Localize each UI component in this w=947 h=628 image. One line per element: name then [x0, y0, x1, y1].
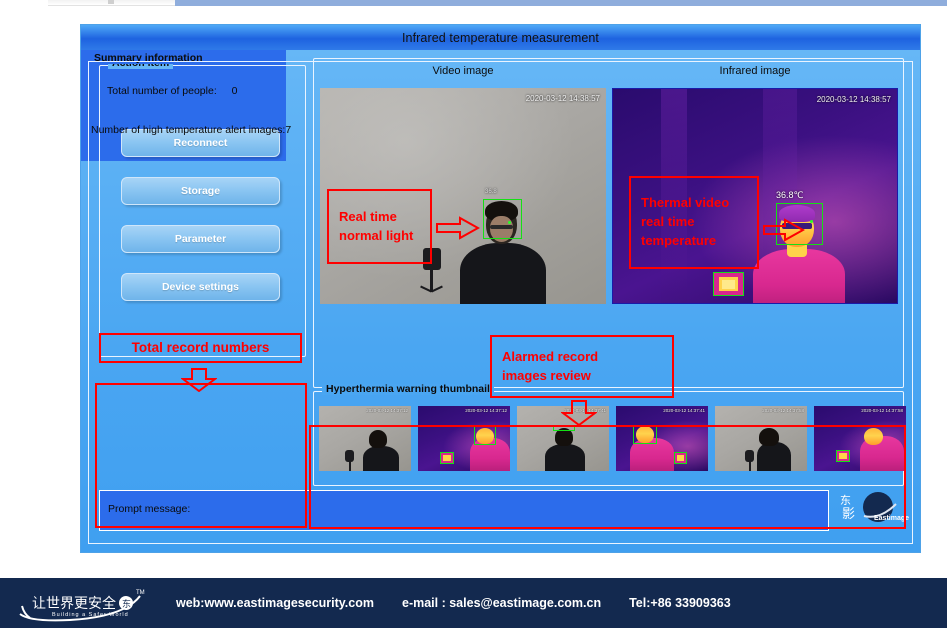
total-people-value: 0 — [231, 85, 238, 97]
window-title-bar: Infrared temperature measurement — [81, 25, 920, 50]
footer-telephone: Tel:+86 33909363 — [629, 596, 731, 610]
thumbnail-timestamp: 2020-03-12 14:37:12 — [366, 408, 408, 413]
person-torso — [460, 243, 546, 304]
annotation-thermal-line3: temperature — [641, 232, 717, 248]
annotation-total-record-numbers: Total record numbers — [99, 333, 302, 363]
infrared-timestamp: 2020-03-12 14:38:57 — [816, 95, 891, 104]
total-people-label: Total number of people: — [107, 85, 217, 97]
thumbnail-timestamp: 2020-03-12 14:37:41 — [663, 408, 705, 413]
annotation-thermal-line1: Thermal video — [641, 195, 730, 211]
thermal-face-anchor-dot — [810, 220, 813, 223]
thumbnail-timestamp: 2020-03-12 14:37:58 — [861, 408, 903, 413]
footer-website: web:www.eastimagesecurity.com — [176, 596, 374, 610]
annotation-summary-outline — [95, 383, 307, 528]
annotation-alarmed-review-line2: images review — [502, 367, 591, 383]
annotation-normal-light-line2: normal light — [339, 227, 414, 243]
footer-logo-en-text: Building a Safer World — [52, 612, 129, 618]
slide-remnant-band — [175, 0, 947, 6]
blackbody-hotspot — [722, 280, 735, 289]
infrared-image-caption: Infrared image — [719, 65, 791, 77]
footer-logo-cn-text: 让世界更安全 — [32, 595, 116, 612]
total-people-row: Total number of people: 0 — [107, 85, 238, 97]
annotation-alarmed-review: Alarmed record images review — [490, 335, 674, 398]
video-timestamp: 2020-03-12 14:38:57 — [525, 94, 600, 103]
page-footer: 让世界更安全 东 TM Building a Safer World web:w… — [0, 578, 947, 628]
annotation-thermal-line2: real time — [641, 214, 695, 230]
application-window: Infrared temperature measurement Action … — [81, 25, 920, 552]
face-anchor-dot — [508, 221, 511, 224]
face-detection-box — [483, 199, 522, 239]
svg-text:东: 东 — [122, 598, 131, 610]
alert-images-count: Number of high temperature alert images:… — [91, 124, 292, 136]
footer-contact-info: web:www.eastimagesecurity.com e-mail : s… — [176, 578, 731, 628]
video-face-temperature-label: 36.8 — [485, 189, 497, 195]
footer-email: e-mail : sales@eastimage.com.cn — [402, 596, 602, 610]
summary-information-group: Summary information Total number of peop… — [81, 50, 913, 544]
face-temperature-readout: 36.8℃ — [776, 190, 804, 200]
hyperthermia-thumbnail-legend: Hyperthermia warning thumbnail — [322, 384, 494, 395]
annotation-thermal: Thermal video real time temperature — [629, 176, 759, 269]
annotation-arrow-thermal — [763, 218, 806, 247]
annotation-total-record-numbers-text: Total record numbers — [131, 340, 270, 356]
annotation-normal-light-line1: Real time — [339, 208, 397, 224]
company-logo: 让世界更安全 东 TM Building a Safer World — [14, 584, 162, 622]
annotation-alarmed-review-line1: Alarmed record — [502, 348, 599, 364]
thumbnail-timestamp: 2020-03-12 14:37:12 — [465, 408, 507, 413]
page-title: Infrared temperature measurement — [401, 30, 600, 45]
thumbnail-timestamp: 2020-03-12 14:37:58 — [762, 408, 804, 413]
application-body: Action item Reconnect Storage Parameter … — [81, 50, 920, 552]
annotation-arrow-normal-light — [436, 216, 481, 245]
annotation-normal-light: Real time normal light — [327, 189, 432, 264]
annotation-thumbnail-outline — [309, 425, 906, 529]
video-image-caption: Video image — [432, 65, 494, 77]
slide-remnant-dot — [108, 0, 114, 4]
thermal-torso — [753, 249, 845, 303]
trademark-mark: TM — [136, 590, 145, 596]
